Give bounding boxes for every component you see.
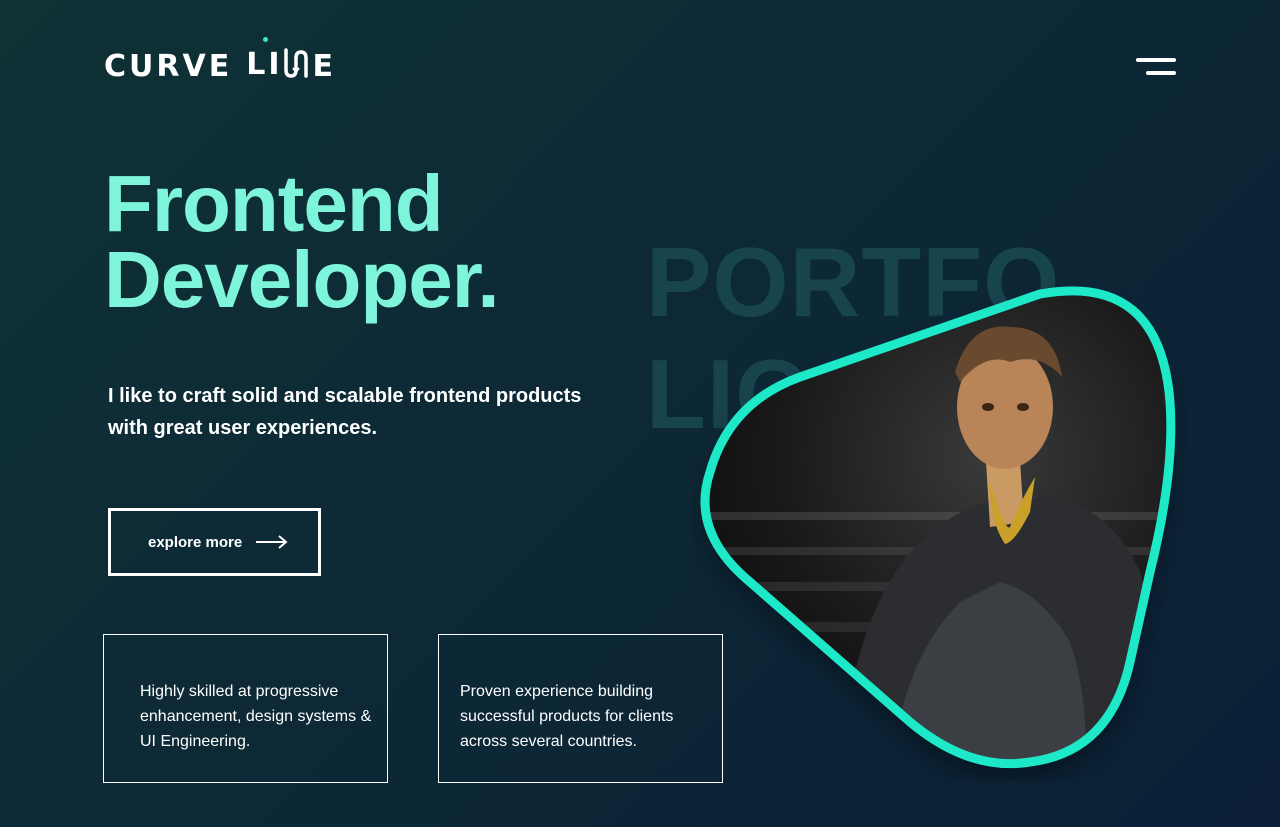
profile-photo — [690, 282, 1190, 782]
feature-card-experience: Proven experience building successful pr… — [438, 634, 723, 783]
feature-text: Highly skilled at progressive enhancemen… — [140, 683, 372, 750]
logo-word-li: LI — [246, 47, 283, 82]
arrow-right-icon — [256, 535, 288, 549]
logo-icon: LI — [246, 37, 283, 82]
feature-card-skills: Highly skilled at progressive enhancemen… — [103, 634, 388, 783]
profile-photo-frame — [700, 286, 1176, 769]
feature-text: Proven experience building successful pr… — [460, 683, 674, 750]
logo[interactable]: CURVE LI E — [104, 37, 336, 84]
hamburger-menu-icon[interactable] — [1134, 56, 1178, 80]
hero-tagline: I like to craft solid and scalable front… — [108, 385, 582, 439]
title-line-2: Developer. — [104, 235, 500, 324]
explore-more-label: explore more — [148, 533, 243, 551]
title-line-1: Frontend — [104, 159, 444, 248]
logo-word-e: E — [312, 49, 336, 84]
logo-word-curve: CURVE — [104, 49, 233, 84]
page-title: Frontend Developer. — [104, 159, 500, 324]
logo-wave-icon — [284, 48, 309, 78]
explore-more-button[interactable]: explore more — [108, 508, 321, 576]
